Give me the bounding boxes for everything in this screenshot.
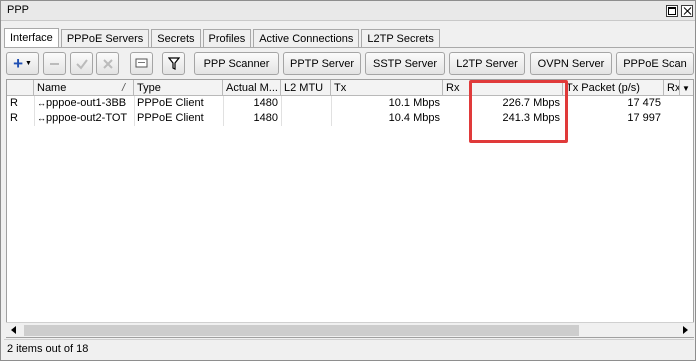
scroll-right-icon[interactable] [683,326,688,334]
comment-icon [135,58,148,68]
title-bar[interactable]: PPP [1,1,695,21]
col-l2-mtu[interactable]: L2 MTU [281,80,331,96]
row-mtu: 1480 [253,97,278,109]
row-l2mtu [281,111,331,126]
pptp-server-button[interactable]: PPTP Server [283,52,361,75]
scroll-left-icon[interactable] [11,326,16,334]
row-mtu: 1480 [253,112,278,124]
tab-active-connections[interactable]: Active Connections [253,29,360,48]
minus-icon [50,63,59,65]
tab-l2tp-secrets[interactable]: L2TP Secrets [361,29,440,48]
col-actual-mtu[interactable]: Actual M... [223,80,281,96]
x-icon [102,58,113,69]
remove-button[interactable] [43,52,66,75]
interface-icon: ↔ [37,113,46,123]
checkmark-icon [75,58,88,70]
status-bar: 2 items out of 18 [4,339,694,359]
row-tx: 10.4 Mbps [388,112,440,124]
col-tx[interactable]: Tx [331,80,443,96]
horizontal-scrollbar[interactable] [6,322,694,337]
row-name: ↔pppoe-out1-3BB [37,97,127,109]
rx-highlight-box [469,80,568,143]
plus-icon: + [13,54,23,73]
col-tx-packet[interactable]: Tx Packet (p/s) [563,80,664,96]
l2tp-server-button[interactable]: L2TP Server [449,52,525,75]
interface-icon: ↔ [37,98,46,108]
table-row[interactable]: R ↔pppoe-out1-3BB PPPoE Client 1480 10.1… [7,96,693,111]
col-type[interactable]: Type [134,80,223,96]
tab-pppoe-servers[interactable]: PPPoE Servers [60,29,150,48]
add-button[interactable]: + ▼ [6,52,39,75]
tab-bar: Interface PPPoE Servers Secrets Profiles… [4,28,442,48]
ovpn-server-button[interactable]: OVPN Server [530,52,612,75]
ppp-window: PPP Interface PPPoE Servers Secrets Prof… [0,0,696,361]
column-divider [331,96,332,126]
col-rx-packet[interactable]: Rx [664,80,680,96]
table-header: Name / Type Actual M... L2 MTU Tx Rx Tx … [7,80,693,96]
row-l2mtu [281,96,331,111]
filter-button[interactable] [162,52,185,75]
tab-secrets[interactable]: Secrets [151,29,201,48]
maximize-button[interactable] [666,5,678,17]
enable-button[interactable] [70,52,93,75]
comment-button[interactable] [130,52,153,75]
tab-interface[interactable]: Interface [4,28,59,48]
window-title: PPP [7,4,30,16]
row-tx-packet: 17 997 [627,112,661,124]
tab-divider [4,47,694,48]
sort-indicator: / [122,82,126,94]
item-count: 2 items out of 18 [7,343,89,355]
row-tx: 10.1 Mbps [388,97,440,109]
col-name-label: Name [37,82,67,94]
row-flag: R [10,112,18,124]
interface-table: Name / Type Actual M... L2 MTU Tx Rx Tx … [6,79,694,338]
table-row[interactable]: R ↔pppoe-out2-TOT PPPoE Client 1480 10.4… [7,111,693,126]
col-name[interactable]: Name / [34,80,134,96]
column-divider [223,96,224,126]
sstp-server-button[interactable]: SSTP Server [365,52,445,75]
row-type: PPPoE Client [137,112,204,124]
columns-menu[interactable]: ▼ [680,80,693,96]
scroll-thumb[interactable] [24,325,579,336]
close-button[interactable] [681,5,693,17]
chevron-down-icon: ▼ [682,84,690,93]
column-divider [134,96,135,126]
column-divider [34,96,35,126]
tab-profiles[interactable]: Profiles [202,29,252,48]
filter-icon [167,57,180,70]
disable-button[interactable] [96,52,119,75]
ppp-scanner-button[interactable]: PPP Scanner [194,52,279,75]
col-flag[interactable] [7,80,34,96]
column-divider [281,96,282,126]
chevron-down-icon: ▼ [25,60,32,67]
pppoe-scan-button[interactable]: PPPoE Scan [616,52,694,75]
row-flag: R [10,97,18,109]
row-type: PPPoE Client [137,97,204,109]
row-name: ↔pppoe-out2-TOT [37,112,128,124]
row-tx-packet: 17 475 [627,97,661,109]
